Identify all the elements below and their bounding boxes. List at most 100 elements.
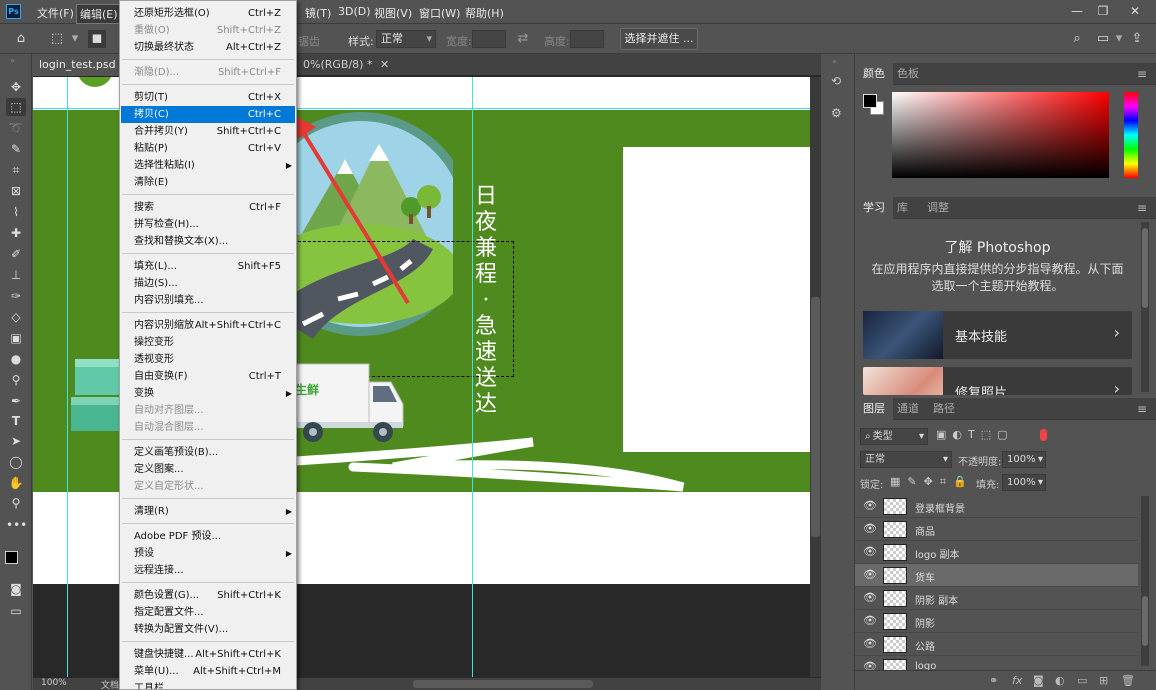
close-button[interactable]: ✕ — [1122, 2, 1148, 20]
tab-color[interactable]: 颜色 — [855, 63, 893, 85]
lock-icons[interactable]: ▦✎✥⌗🔒 — [890, 475, 974, 489]
learn-card-basic-skills[interactable]: 基本技能 › — [863, 311, 1132, 359]
menu-3d[interactable]: 3D(D) — [335, 4, 374, 19]
foreground-color-swatch[interactable] — [5, 551, 18, 564]
hand-tool-icon[interactable]: ✋ — [6, 474, 26, 492]
edit-menu-item[interactable]: 选择性粘贴(I) ▶ — [121, 157, 295, 174]
layers-scrollbar[interactable] — [1141, 496, 1149, 666]
height-input[interactable] — [570, 30, 604, 48]
restore-button[interactable]: ❐ — [1090, 2, 1116, 20]
layer-row[interactable]: 👁 货车 — [855, 564, 1138, 587]
edit-menu-item[interactable]: 变换 ▶ — [121, 385, 295, 402]
shape-tool-icon[interactable]: ◯ — [6, 453, 26, 471]
edit-menu-item[interactable]: 描边(S)... — [121, 275, 295, 292]
edit-menu-item[interactable]: 远程连接... — [121, 562, 295, 579]
brush-tool-icon[interactable]: ✐ — [6, 245, 26, 263]
eye-icon[interactable]: 👁 — [863, 545, 877, 558]
tab-learn[interactable]: 学习 — [855, 197, 893, 219]
menu-help[interactable]: 帮助(H) — [462, 4, 507, 22]
edit-menu-item[interactable]: 切换最终状态 Alt+Ctrl+Z — [121, 39, 295, 56]
new-layer-icon[interactable]: ⊞ — [1099, 674, 1108, 687]
edit-menu-item[interactable]: 拼写检查(H)... — [121, 216, 295, 233]
eye-icon[interactable]: 👁 — [863, 637, 877, 650]
home-icon[interactable]: ⌂ — [12, 30, 30, 48]
tab-libraries[interactable]: 库 — [889, 197, 916, 219]
lasso-tool-icon[interactable]: ➰ — [6, 119, 26, 137]
edit-menu-item[interactable]: 颜色设置(G)... Shift+Ctrl+K — [121, 587, 295, 604]
scrollbar-thumb[interactable] — [1142, 596, 1148, 646]
frame-tool-icon[interactable]: ⊠ — [6, 182, 26, 200]
style-select[interactable]: 正常 ▾ — [376, 30, 436, 48]
edit-menu-item[interactable]: 剪切(T) Ctrl+X — [121, 89, 295, 106]
select-and-mask-button[interactable]: 选择并遮住 ... — [620, 28, 698, 50]
layer-filter-select[interactable]: ⌕ 类型 ▾ — [860, 428, 928, 445]
marquee-tool-preset-icon[interactable]: ⬚ — [48, 30, 66, 48]
edit-menu-item[interactable]: 还原矩形选框(O) Ctrl+Z — [121, 5, 295, 22]
edit-menu-item[interactable]: 透视变形 — [121, 351, 295, 368]
edit-menu-item[interactable]: 填充(L)... Shift+F5 — [121, 258, 295, 275]
scrollbar-thumb[interactable] — [811, 297, 820, 537]
layer-filter-icons[interactable]: ▣◐T⬚▢ — [936, 428, 1014, 441]
link-icon[interactable]: ⚭ — [989, 674, 998, 687]
move-tool-icon[interactable]: ✥ — [6, 78, 26, 96]
menu-filter[interactable]: 镜(T) — [302, 4, 334, 22]
edit-menu-item[interactable]: 工具栏... — [121, 680, 295, 689]
eye-icon[interactable]: 👁 — [863, 591, 877, 604]
fill-input[interactable]: 100% ▾ — [1002, 474, 1046, 491]
panel-collapse-icon[interactable]: » — [10, 56, 15, 65]
dodge-tool-icon[interactable]: ⚲ — [6, 371, 26, 389]
chevron-down-icon[interactable]: ▾ — [1110, 30, 1128, 48]
width-input[interactable] — [472, 30, 506, 48]
crop-tool-icon[interactable]: ⌗ — [6, 161, 26, 179]
new-selection-icon[interactable]: ◼ — [88, 30, 106, 48]
edit-menu-item[interactable]: 转换为配置文件(V)... — [121, 621, 295, 638]
doc-info-label[interactable]: 文档 — [101, 678, 119, 690]
pen-tool-icon[interactable]: ✒ — [6, 392, 26, 410]
mask-icon[interactable]: ◙ — [1033, 674, 1044, 687]
type-tool-icon[interactable]: T — [6, 412, 26, 430]
eye-icon[interactable]: 👁 — [863, 522, 877, 535]
hue-slider[interactable] — [1124, 92, 1138, 178]
layer-row[interactable]: 👁 阴影 — [855, 610, 1138, 633]
fx-icon[interactable]: fx — [1012, 674, 1022, 687]
vertical-scrollbar[interactable] — [810, 77, 821, 677]
panel-menu-icon[interactable]: ≡ — [1137, 201, 1147, 215]
menu-view[interactable]: 视图(V) — [371, 4, 415, 22]
layer-row[interactable]: 👁 商品 — [855, 518, 1138, 541]
edit-menu-item[interactable]: Adobe PDF 预设... — [121, 528, 295, 545]
edit-menu-item[interactable]: 操控变形 — [121, 334, 295, 351]
folder-icon[interactable]: ▭ — [1077, 674, 1087, 687]
quick-select-tool-icon[interactable]: ✎ — [6, 140, 26, 158]
healing-brush-icon[interactable]: ✚ — [6, 224, 26, 242]
panel-menu-icon[interactable]: ≡ — [1137, 67, 1147, 81]
document-tab-second[interactable]: 0%(RGB/8) * ✕ — [297, 54, 395, 76]
edit-menu-item[interactable]: 菜单(U)... Alt+Shift+Ctrl+M — [121, 663, 295, 680]
opacity-input[interactable]: 100% ▾ — [1002, 451, 1046, 468]
edit-menu-item[interactable]: 键盘快捷键... Alt+Shift+Ctrl+K — [121, 646, 295, 663]
eraser-tool-icon[interactable]: ◇ — [6, 308, 26, 326]
eye-icon[interactable]: 👁 — [863, 499, 877, 512]
edit-menu-item[interactable]: 指定配置文件... — [121, 604, 295, 621]
chevron-down-icon[interactable]: ▾ — [66, 30, 84, 48]
edit-menu-item[interactable]: 定义图案... — [121, 461, 295, 478]
edit-menu-item[interactable]: 搜索 Ctrl+F — [121, 199, 295, 216]
search-icon[interactable]: ⌕ — [1068, 30, 1086, 48]
filter-toggle-icon[interactable] — [1040, 429, 1047, 441]
path-select-tool-icon[interactable]: ➤ — [6, 432, 26, 450]
blend-mode-select[interactable]: 正常 ▾ — [860, 451, 952, 468]
learn-card-fix-photos[interactable]: 修复照片 › — [863, 367, 1132, 395]
properties-icon[interactable]: ⚙ — [831, 106, 842, 120]
edit-menu-item[interactable]: 定义画笔预设(B)... — [121, 444, 295, 461]
marquee-tool-icon[interactable]: ⬚ — [6, 98, 26, 116]
menu-file[interactable]: 文件(F) — [34, 4, 77, 22]
tab-adjustments[interactable]: 调整 — [919, 197, 957, 219]
scrollbar-thumb[interactable] — [1142, 228, 1148, 308]
edit-menu-item[interactable]: 内容识别填充... — [121, 292, 295, 309]
swap-icon[interactable]: ⇄ — [514, 30, 532, 48]
gradient-tool-icon[interactable]: ▣ — [6, 329, 26, 347]
adjustment-icon[interactable]: ◐ — [1055, 674, 1065, 687]
tab-channels[interactable]: 通道 — [889, 398, 927, 420]
edit-menu-item[interactable]: 查找和替换文本(X)... — [121, 233, 295, 250]
edit-menu-item[interactable]: 拷贝(C) Ctrl+C — [121, 106, 295, 123]
tab-layers[interactable]: 图层 — [855, 398, 893, 420]
